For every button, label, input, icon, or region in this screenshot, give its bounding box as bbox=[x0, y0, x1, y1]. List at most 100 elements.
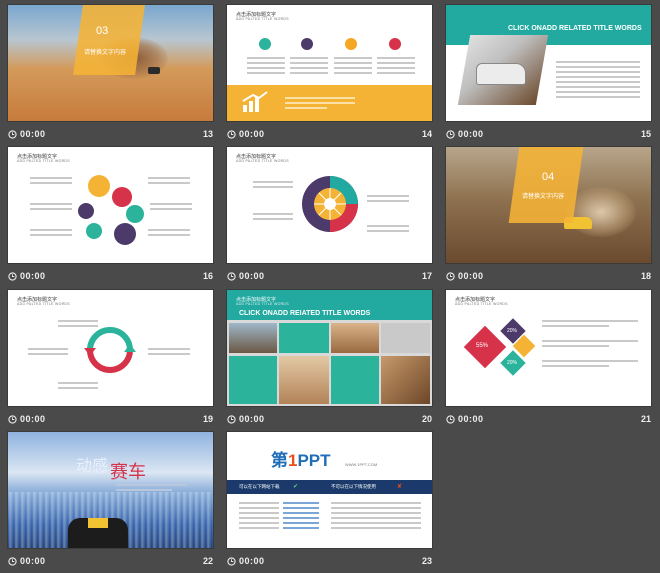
slide-19[interactable]: 点击添加标题文字 ADD PALTED TITLE WORDS 00:00 19 bbox=[8, 290, 213, 430]
orange-badge bbox=[73, 5, 145, 75]
text-block bbox=[58, 382, 98, 392]
photo-3 bbox=[279, 356, 329, 404]
slide-22[interactable]: 动感 赛车 00:00 22 bbox=[8, 432, 213, 572]
bubble-purple bbox=[114, 223, 136, 245]
slide-18-meta: 00:00 18 bbox=[446, 270, 651, 284]
badge-text: 请替换文字内容 bbox=[522, 194, 565, 200]
text-block bbox=[247, 57, 285, 77]
caption-box bbox=[229, 356, 277, 404]
check-icon: ✔ bbox=[293, 484, 299, 490]
slide-time: 00:00 bbox=[239, 271, 265, 281]
logo-url: WWW.1PPT.COM bbox=[345, 462, 378, 467]
text-block bbox=[542, 360, 638, 370]
slide-14[interactable]: 点击添加标题文字 ADD PALTED TITLE WORDS 00:00 14 bbox=[227, 5, 432, 145]
text-block bbox=[331, 502, 421, 532]
slide-time: 00:00 bbox=[458, 271, 484, 281]
slide-number: 13 bbox=[202, 129, 213, 139]
slide-subtitle: ADD PALTED TITLE WORDS bbox=[17, 159, 70, 163]
text-block bbox=[334, 57, 372, 77]
slide-14-meta: 00:00 14 bbox=[227, 128, 432, 142]
hero-title-b: 赛车 bbox=[110, 462, 146, 483]
badge-number: 03 bbox=[96, 25, 109, 37]
timing-icon bbox=[446, 272, 455, 281]
text-block bbox=[253, 181, 293, 191]
text-block bbox=[30, 203, 72, 213]
slide-number: 18 bbox=[640, 271, 651, 281]
photo-1 bbox=[229, 323, 277, 353]
slide-13-thumbnail[interactable]: 03 请替换文字内容 bbox=[8, 5, 213, 121]
slide-number: 15 bbox=[640, 129, 651, 139]
slide-time: 00:00 bbox=[20, 271, 46, 281]
bubble-teal-small bbox=[86, 223, 102, 239]
slide-time: 00:00 bbox=[458, 129, 484, 139]
slide-time: 00:00 bbox=[458, 414, 484, 424]
slide-time: 00:00 bbox=[239, 414, 265, 424]
slide-16-thumbnail[interactable]: 点击添加标题文字 ADD PALTED TITLE WORDS bbox=[8, 147, 213, 263]
text-block bbox=[150, 203, 192, 213]
slide-time: 00:00 bbox=[239, 556, 265, 566]
slide-18[interactable]: 04 请替换文字内容 00:00 18 bbox=[446, 147, 651, 287]
diamond-red-label: 55% bbox=[476, 343, 489, 349]
slide-17[interactable]: 点击添加标题文字 ADD PALTED TITLE WORDS 00:00 17 bbox=[227, 147, 432, 287]
bubble-orange bbox=[88, 175, 110, 197]
text-block bbox=[30, 177, 72, 187]
slide-13[interactable]: 03 请替换文字内容 00:00 13 bbox=[8, 5, 213, 145]
race-car-stripe bbox=[88, 518, 108, 528]
slide-number: 19 bbox=[202, 414, 213, 424]
slide-16[interactable]: 点击添加标题文字 ADD PALTED TITLE WORDS 00:00 16 bbox=[8, 147, 213, 287]
slide-22-meta: 00:00 22 bbox=[8, 555, 213, 569]
bubble-teal bbox=[126, 205, 144, 223]
slide-subtitle: ADD PALTED TITLE WORDS bbox=[236, 302, 289, 306]
slide-21[interactable]: 点击添加标题文字 ADD PALTED TITLE WORDS 55% 20% … bbox=[446, 290, 651, 430]
slide-time: 00:00 bbox=[239, 129, 265, 139]
slide-22-thumbnail[interactable]: 动感 赛车 bbox=[8, 432, 213, 548]
slide-subtitle: ADD PALTED TITLE WORDS bbox=[236, 17, 289, 21]
slide-20[interactable]: 点击添加标题文字 ADD PALTED TITLE WORDS CLICK ON… bbox=[227, 290, 432, 430]
car-body bbox=[476, 63, 526, 85]
photo-2 bbox=[331, 323, 379, 353]
text-block bbox=[367, 225, 409, 235]
slide-17-thumbnail[interactable]: 点击添加标题文字 ADD PALTED TITLE WORDS bbox=[227, 147, 432, 263]
dollar-icon bbox=[345, 38, 357, 50]
slide-heading: CLICK ONADD REIATED TITLE WORDS bbox=[239, 310, 371, 317]
slide-number: 16 bbox=[202, 271, 213, 281]
text-block bbox=[148, 348, 190, 358]
slide-21-meta: 00:00 21 bbox=[446, 413, 651, 427]
bubble-purple-small bbox=[78, 203, 94, 219]
text-block bbox=[556, 61, 640, 101]
slide-subtitle: ADD PALTED TITLE WORDS bbox=[17, 302, 70, 306]
slide-number: 17 bbox=[421, 271, 432, 281]
text-block bbox=[367, 195, 409, 205]
logo: 第1PPT bbox=[271, 446, 331, 471]
slide-time: 00:00 bbox=[20, 129, 46, 139]
slide-21-thumbnail[interactable]: 点击添加标题文字 ADD PALTED TITLE WORDS 55% 20% … bbox=[446, 290, 651, 406]
slide-15-thumbnail[interactable]: CLICK ONADD RELATED TITLE WORDS 点击添加标题文字… bbox=[446, 5, 651, 121]
text-block bbox=[148, 229, 190, 239]
slide-15[interactable]: CLICK ONADD RELATED TITLE WORDS 点击添加标题文字… bbox=[446, 5, 651, 145]
diamond-teal-label: 20% bbox=[507, 360, 518, 366]
slide-19-meta: 00:00 19 bbox=[8, 413, 213, 427]
logo-part-a: 第 bbox=[271, 451, 288, 470]
slide-23[interactable]: 第1PPT WWW.1PPT.COM 可以在以下网站下载 不可以在以下情况使用 … bbox=[227, 432, 432, 572]
orange-badge bbox=[508, 147, 584, 223]
text-block bbox=[290, 57, 328, 77]
slide-number: 22 bbox=[202, 556, 213, 566]
slide-23-meta: 00:00 23 bbox=[227, 555, 432, 569]
badge-text: 请替换文字内容 bbox=[84, 50, 127, 56]
slide-19-thumbnail[interactable]: 点击添加标题文字 ADD PALTED TITLE WORDS bbox=[8, 290, 213, 406]
slide-18-thumbnail[interactable]: 04 请替换文字内容 bbox=[446, 147, 651, 263]
slide-20-meta: 00:00 20 bbox=[227, 413, 432, 427]
caption-box bbox=[331, 356, 379, 404]
slide-subtitle: ADD PALTED TITLE WORDS bbox=[455, 302, 508, 306]
slide-23-thumbnail[interactable]: 第1PPT WWW.1PPT.COM 可以在以下网站下载 不可以在以下情况使用 … bbox=[227, 432, 432, 548]
slide-20-thumbnail[interactable]: 点击添加标题文字 ADD PALTED TITLE WORDS CLICK ON… bbox=[227, 290, 432, 406]
caption-box bbox=[381, 323, 430, 353]
timing-icon bbox=[227, 130, 236, 139]
flame-icon bbox=[301, 38, 313, 50]
slide-14-thumbnail[interactable]: 点击添加标题文字 ADD PALTED TITLE WORDS bbox=[227, 5, 432, 121]
bubble-red bbox=[112, 187, 132, 207]
slide-15-meta: 00:00 15 bbox=[446, 128, 651, 142]
slide-number: 21 bbox=[640, 414, 651, 424]
slide-16-meta: 00:00 16 bbox=[8, 270, 213, 284]
radial-diagram bbox=[302, 176, 358, 232]
